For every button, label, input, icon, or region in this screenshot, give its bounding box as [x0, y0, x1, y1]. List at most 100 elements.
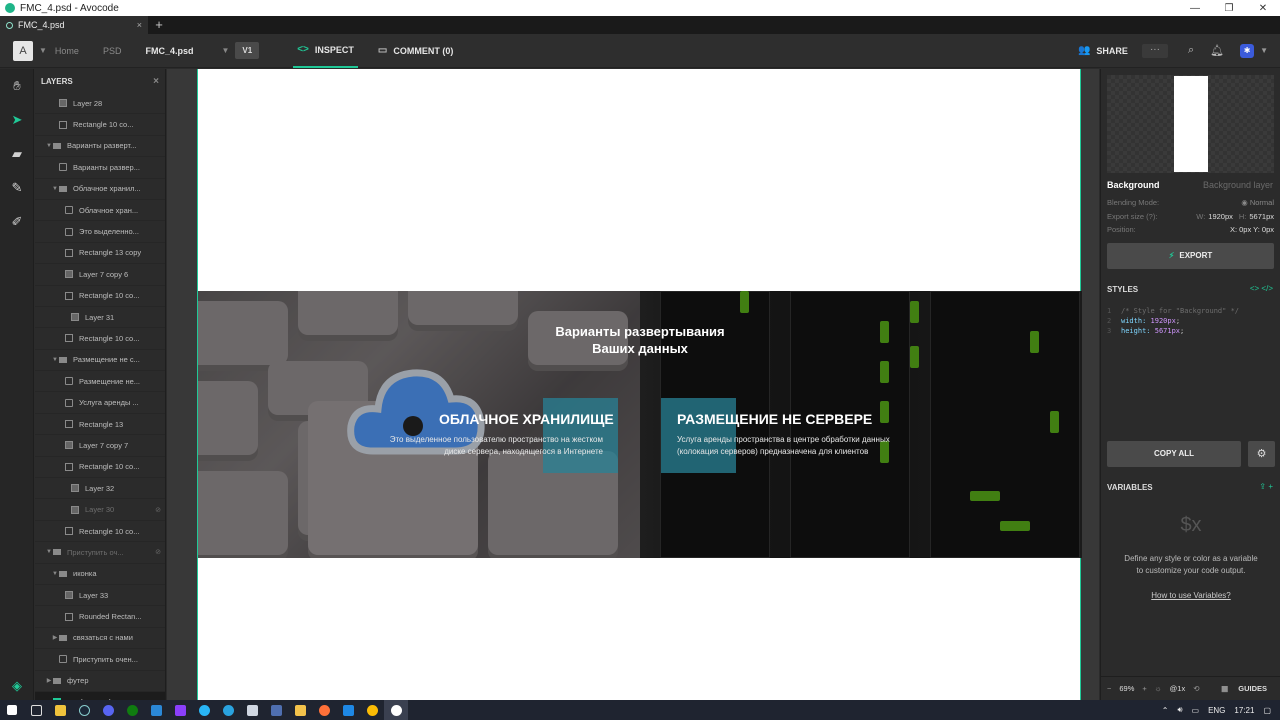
layer-row[interactable]: Rectangle 10 co...	[35, 114, 165, 136]
layer-row[interactable]: Layer 32	[35, 478, 165, 500]
width-value[interactable]: 1920px	[1208, 212, 1233, 221]
height-value[interactable]: 5671px	[1249, 212, 1274, 221]
breadcrumb-psd[interactable]: PSD	[103, 46, 122, 56]
code-format-icon[interactable]: <> </>	[1250, 284, 1273, 293]
tab-comment[interactable]: ▭ COMMENT (0)	[374, 34, 457, 68]
caret-down-icon[interactable]: ▼	[45, 549, 53, 555]
layer-row[interactable]: Услуга аренды ...	[35, 392, 165, 414]
style-code-block[interactable]: 1/* Style for "Background" */ 2 width: 19…	[1107, 306, 1274, 336]
steam-icon[interactable]	[72, 700, 96, 720]
close-window-button[interactable]: ✕	[1246, 3, 1280, 14]
layer-row[interactable]: Это выделенно...	[35, 221, 165, 243]
vscode-icon[interactable]	[336, 700, 360, 720]
layer-row[interactable]: Rectangle 10 co...	[35, 328, 165, 350]
select-tool-icon[interactable]: ➤	[0, 103, 34, 137]
search-icon[interactable]: ⌕	[1188, 44, 1194, 57]
notification-icon[interactable]: ▢	[1263, 706, 1271, 715]
close-icon[interactable]: ×	[153, 76, 159, 87]
zoom-level[interactable]: 69%	[1119, 684, 1134, 693]
layer-row[interactable]: Облачное хран...	[35, 200, 165, 222]
close-tab-icon[interactable]: ×	[137, 20, 142, 30]
gear-icon[interactable]: ⚙	[1248, 441, 1275, 467]
layer-row[interactable]: ▼ иконка	[35, 564, 165, 585]
notepad-icon[interactable]	[240, 700, 264, 720]
volume-icon[interactable]: 🔊︎	[1177, 705, 1182, 715]
new-tab-button[interactable]: +	[148, 16, 170, 34]
layer-row[interactable]: ▼ Варианты разверт...	[35, 136, 165, 158]
design-canvas[interactable]: Варианты развертывания Ваших данных ОБЛА…	[167, 69, 1099, 700]
caret-right-icon[interactable]: ▶	[45, 677, 53, 684]
layer-row[interactable]: ▼ Облачное хранил...	[35, 179, 165, 200]
layer-row[interactable]: ▼ Приступить оч... ⊘	[35, 542, 165, 564]
chevron-down-icon[interactable]: ▼	[39, 46, 47, 55]
hand-tool-icon[interactable]: ✋︎	[0, 69, 34, 103]
layer-row[interactable]: Rectangle 13	[35, 414, 165, 436]
layer-row[interactable]: Layer 28	[35, 93, 165, 115]
export-button[interactable]: ⚡︎ EXPORT	[1107, 243, 1274, 269]
layer-row[interactable]: Rectangle 10 co...	[35, 286, 165, 307]
avocode-logo-button[interactable]: A	[13, 40, 33, 61]
avatar[interactable]: ✱	[1240, 43, 1255, 58]
eyedropper-tool-icon[interactable]: ✎	[0, 171, 34, 205]
start-icon[interactable]	[0, 700, 24, 720]
layers-icon[interactable]: ◈	[0, 678, 34, 694]
layer-row[interactable]: Rectangle 13 copy	[35, 243, 165, 265]
zoom-out-button[interactable]: −	[1107, 684, 1111, 693]
copy-all-button[interactable]: COPY ALL	[1107, 441, 1241, 467]
minimize-button[interactable]: —	[1178, 3, 1212, 14]
scale-value[interactable]: @1x	[1170, 684, 1186, 693]
tab-inspect[interactable]: <> INSPECT	[293, 34, 358, 68]
app-icon[interactable]	[192, 700, 216, 720]
save-icon[interactable]	[264, 700, 288, 720]
more-options-button[interactable]: ···	[1141, 43, 1168, 58]
task-view-icon[interactable]	[24, 700, 48, 720]
layer-row[interactable]: Layer 7 copy 6	[35, 264, 165, 286]
add-variable-icon[interactable]: ⇪ +	[1259, 482, 1273, 491]
layer-row[interactable]: ▼ Размещение не с...	[35, 350, 165, 372]
mail-icon[interactable]	[144, 700, 168, 720]
firefox-icon[interactable]	[312, 700, 336, 720]
variables-help-link[interactable]: How to use Variables?	[1101, 591, 1280, 600]
caret-down-icon[interactable]: ▼	[51, 186, 59, 192]
guides-button[interactable]: ▦ GUIDES	[1221, 684, 1275, 693]
ruler-tool-icon[interactable]: ▰	[0, 137, 34, 171]
layer-row[interactable]: Приступить очен...	[35, 649, 165, 671]
breadcrumb-home[interactable]: Home	[55, 46, 79, 56]
layer-row[interactable]: Варианты развер...	[35, 157, 165, 179]
discord-icon[interactable]	[96, 700, 120, 720]
language-indicator[interactable]: ENG	[1208, 706, 1225, 715]
chevron-down-icon[interactable]: ▼	[1260, 46, 1268, 55]
sun-icon[interactable]: ☼	[1155, 684, 1162, 693]
layer-row[interactable]: Layer 31	[35, 307, 165, 329]
hero-section[interactable]: Варианты развертывания Ваших данных ОБЛА…	[198, 291, 1082, 558]
chrome-icon[interactable]	[360, 700, 384, 720]
zoom-in-button[interactable]: +	[1142, 684, 1146, 693]
hidden-eye-icon[interactable]: ⊘	[155, 548, 161, 556]
clock[interactable]: 17:21	[1234, 706, 1254, 715]
network-icon[interactable]: ▭	[1192, 706, 1200, 715]
layer-row[interactable]: Layer 33	[35, 585, 165, 607]
document-tab[interactable]: FMC_4.psd ×	[0, 16, 148, 34]
eye-icon[interactable]: ◉	[1241, 198, 1250, 207]
fit-icon[interactable]: ⟲	[1193, 684, 1199, 693]
caret-down-icon[interactable]: ▼	[51, 357, 59, 363]
caret-right-icon[interactable]: ▶	[51, 634, 59, 641]
explorer-icon[interactable]	[288, 700, 312, 720]
layer-row[interactable]: Layer 30 ⊘	[35, 499, 165, 521]
caret-down-icon[interactable]: ▼	[45, 143, 53, 149]
layer-row[interactable]: Rectangle 10 co...	[35, 521, 165, 543]
bell-icon[interactable]: 🔔︎	[1210, 44, 1224, 57]
share-button[interactable]: 👥 SHARE	[1078, 45, 1128, 56]
telegram-icon[interactable]	[216, 700, 240, 720]
layer-row[interactable]: Rectangle 10 co...	[35, 457, 165, 479]
chevron-down-icon[interactable]: ▼	[221, 46, 229, 55]
chevron-up-icon[interactable]: ⌃	[1162, 706, 1169, 715]
layer-row[interactable]: ▶ связаться с нами	[35, 628, 165, 650]
artboard[interactable]: Варианты развертывания Ваших данных ОБЛА…	[197, 69, 1082, 700]
avocode-taskbar-icon[interactable]	[384, 700, 408, 720]
caret-down-icon[interactable]: ▼	[51, 571, 59, 577]
maximize-button[interactable]: ❐	[1212, 3, 1246, 14]
layer-row[interactable]: ▶ футер	[35, 671, 165, 692]
position-value[interactable]: X: 0px Y: 0px	[1230, 225, 1274, 234]
xbox-icon[interactable]	[120, 700, 144, 720]
